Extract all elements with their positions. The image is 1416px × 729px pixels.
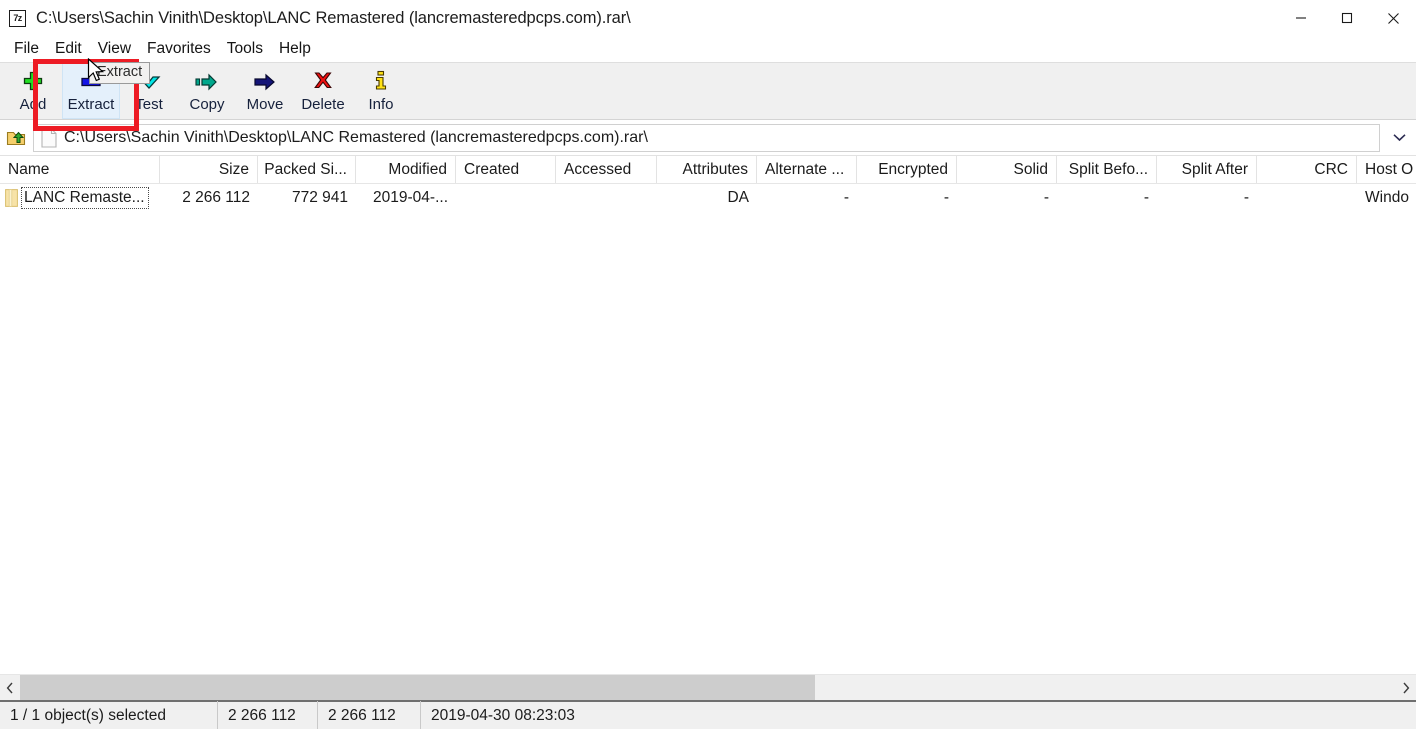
archive-file-list: Name Size Packed Si... Modified Created … <box>0 156 1416 700</box>
toolbar-label-test: Test <box>135 96 163 113</box>
menu-item-file[interactable]: File <box>6 38 47 61</box>
column-header-modified[interactable]: Modified <box>356 156 456 183</box>
toolbar-label-delete: Delete <box>301 96 345 113</box>
menu-item-favorites[interactable]: Favorites <box>139 38 219 61</box>
red-x-icon <box>311 69 335 95</box>
window-controls <box>1278 0 1416 36</box>
menu-item-help[interactable]: Help <box>271 38 319 61</box>
cell-split-before: - <box>1143 189 1149 206</box>
cell-host-os: Windo <box>1365 189 1409 206</box>
toolbar-label-extract: Extract <box>67 96 115 113</box>
green-plus-icon <box>21 69 45 95</box>
column-header-accessed[interactable]: Accessed <box>556 156 657 183</box>
maximize-button[interactable] <box>1324 0 1370 36</box>
cell-alternate: - <box>843 189 849 206</box>
toolbar-button-move[interactable]: Move <box>236 63 294 119</box>
minimize-button[interactable] <box>1278 0 1324 36</box>
chevron-down-icon[interactable] <box>1382 133 1416 142</box>
column-header-name[interactable]: Name <box>0 156 160 183</box>
window-title: C:\Users\Sachin Vinith\Desktop\LANC Rema… <box>36 8 631 27</box>
cell-size: 2 266 112 <box>182 189 250 206</box>
table-row[interactable]: LANC Remaste... 2 266 112 772 941 2019-0… <box>0 184 1416 212</box>
status-selection-count: 1 / 1 object(s) selected <box>0 701 218 729</box>
cell-crc <box>1257 186 1357 210</box>
cell-created <box>456 186 556 210</box>
cell-name-text-box: LANC Remaste... <box>21 187 149 209</box>
column-header-encrypted[interactable]: Encrypted <box>857 156 957 183</box>
archive-file-icon <box>41 127 57 148</box>
status-selected-size: 2 266 112 <box>218 701 318 729</box>
column-header-row: Name Size Packed Si... Modified Created … <box>0 156 1416 184</box>
column-header-created[interactable]: Created <box>456 156 556 183</box>
status-timestamp: 2019-04-30 08:23:03 <box>431 706 575 724</box>
address-combo-box[interactable]: C:\Users\Sachin Vinith\Desktop\LANC Rema… <box>33 123 1380 152</box>
cell-modified: 2019-04-... <box>373 189 448 206</box>
cell-split-after: - <box>1243 189 1249 206</box>
toolbar-label-info: Info <box>368 96 394 113</box>
title-bar: 7z C:\Users\Sachin Vinith\Desktop\LANC R… <box>0 0 1416 36</box>
cell-name[interactable]: LANC Remaste... <box>0 186 160 210</box>
menu-item-edit[interactable]: Edit <box>47 38 90 61</box>
column-header-crc[interactable]: CRC <box>1257 156 1357 183</box>
chevron-left-icon[interactable] <box>0 675 20 700</box>
toolbar: Add Extract Test Copy Move Delete Info <box>0 59 1416 131</box>
address-bar: C:\Users\Sachin Vinith\Desktop\LANC Rema… <box>0 120 1416 156</box>
column-header-packed-size[interactable]: Packed Si... <box>258 156 356 183</box>
toolbar-button-info[interactable]: Info <box>352 63 410 119</box>
column-header-split-before[interactable]: Split Befo... <box>1057 156 1157 183</box>
close-button[interactable] <box>1370 0 1416 36</box>
navy-move-arrow-icon <box>252 69 278 95</box>
file-list-empty-area[interactable] <box>0 212 1416 674</box>
cell-packed-size: 772 941 <box>291 189 348 206</box>
toolbar-button-delete[interactable]: Delete <box>294 63 352 119</box>
seven-zip-window: 7z C:\Users\Sachin Vinith\Desktop\LANC R… <box>0 0 1416 729</box>
cell-encrypted: - <box>943 189 949 206</box>
column-header-attributes[interactable]: Attributes <box>657 156 757 183</box>
archive-file-icon <box>5 189 18 207</box>
column-header-split-after[interactable]: Split After <box>1157 156 1257 183</box>
horizontal-scrollbar[interactable] <box>0 674 1416 700</box>
yellow-info-i-icon <box>370 69 392 95</box>
column-header-solid[interactable]: Solid <box>957 156 1057 183</box>
cell-solid: - <box>1043 189 1049 206</box>
toolbar-label-add: Add <box>19 96 47 113</box>
teal-copy-arrow-icon <box>194 69 220 95</box>
cell-name-text: LANC Remaste... <box>24 188 145 206</box>
toolbar-button-add[interactable]: Add <box>4 63 62 119</box>
cell-accessed <box>556 186 657 210</box>
app-icon-text: 7z <box>13 12 22 23</box>
status-bar: 1 / 1 object(s) selected 2 266 112 2 266… <box>0 700 1416 729</box>
toolbar-label-copy: Copy <box>189 96 225 113</box>
status-total-size: 2 266 112 <box>318 701 421 729</box>
scrollbar-thumb[interactable] <box>20 675 815 700</box>
extract-tooltip: Extract <box>89 62 151 84</box>
column-header-alternate[interactable]: Alternate ... <box>757 156 857 183</box>
menu-item-view[interactable]: View <box>90 38 139 61</box>
menu-bar: File Edit View Favorites Tools Help <box>0 36 1416 62</box>
seven-zip-app-icon: 7z <box>9 9 26 27</box>
address-path-text: C:\Users\Sachin Vinith\Desktop\LANC Rema… <box>64 128 648 146</box>
up-one-level-folder-icon[interactable] <box>1 123 31 153</box>
toolbar-label-move: Move <box>246 96 284 113</box>
toolbar-button-copy[interactable]: Copy <box>178 63 236 119</box>
cell-attributes: DA <box>727 189 749 206</box>
column-header-size[interactable]: Size <box>160 156 258 183</box>
scrollbar-track[interactable] <box>20 675 1396 700</box>
chevron-right-icon[interactable] <box>1396 675 1416 700</box>
menu-item-tools[interactable]: Tools <box>219 38 271 61</box>
column-header-host-os[interactable]: Host O <box>1357 156 1416 183</box>
